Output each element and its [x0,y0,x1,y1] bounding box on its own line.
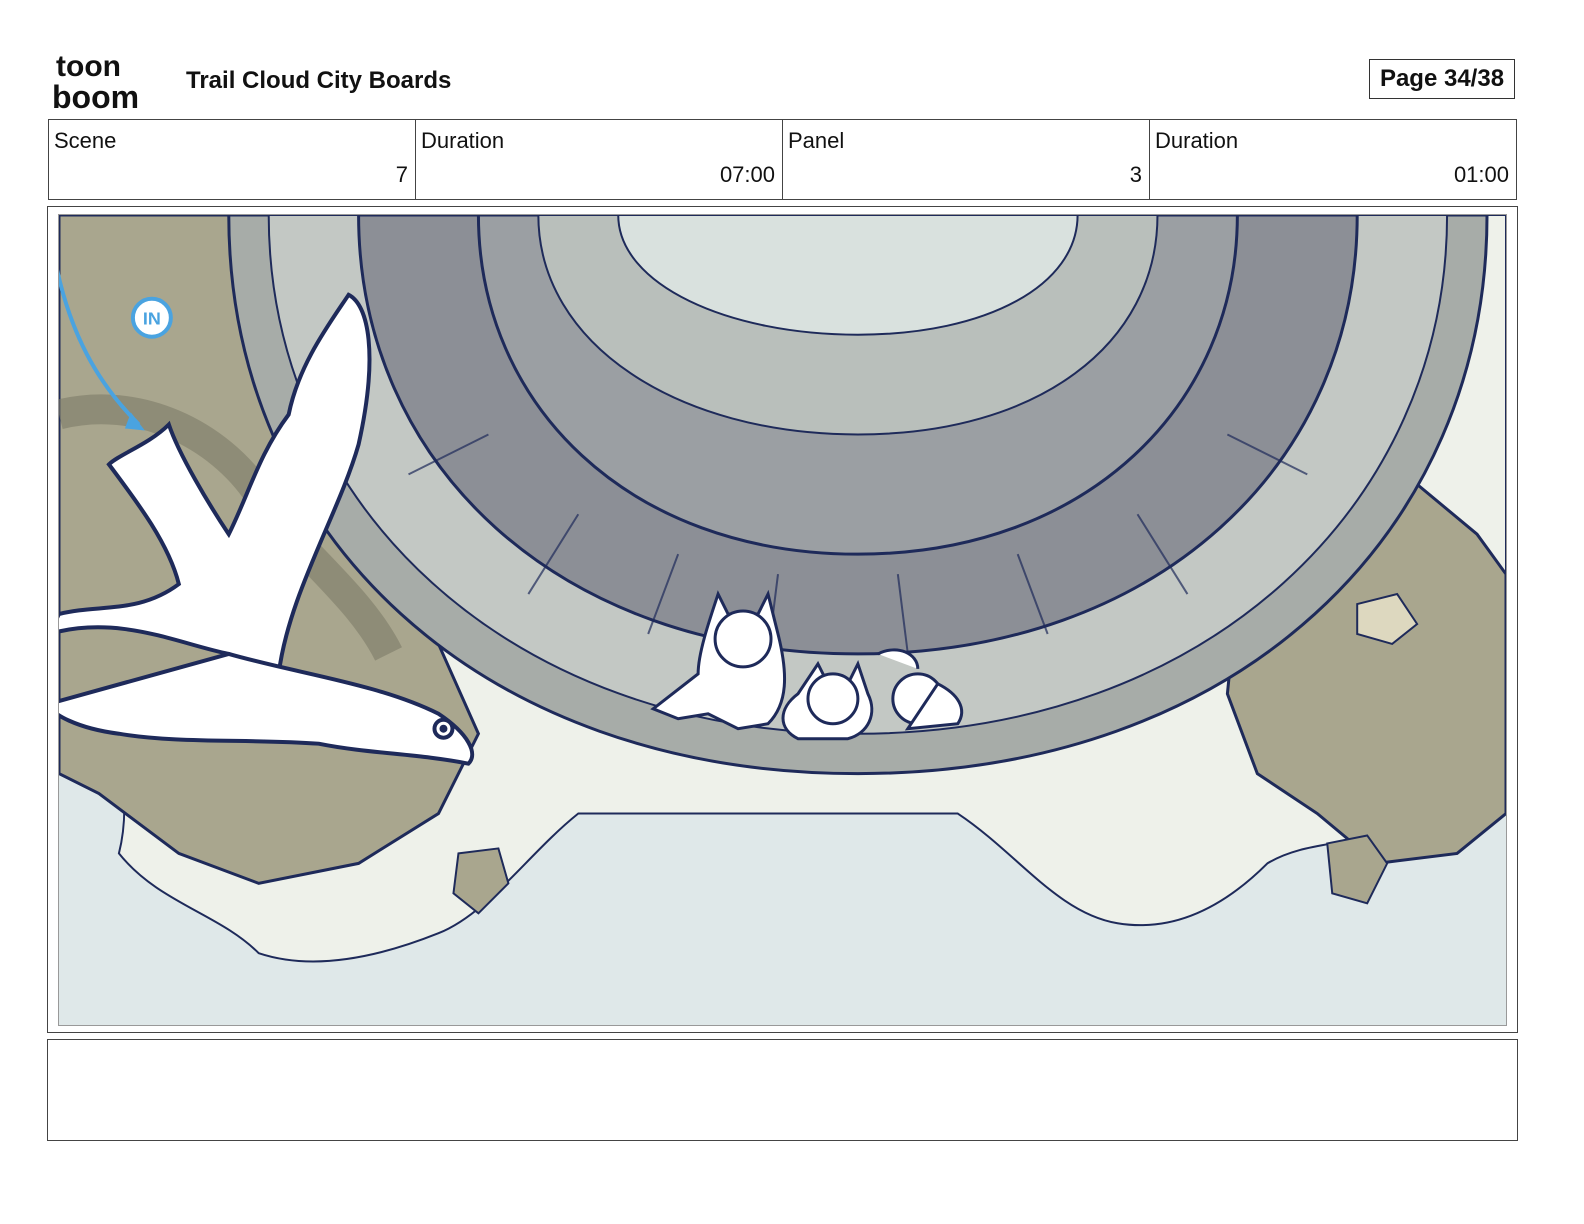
svg-text:IN: IN [143,309,161,329]
panel-duration-cell: Duration 01:00 [1150,120,1516,199]
panel-label: Panel [788,128,845,153]
panel-value: 3 [1129,162,1142,187]
board-title: Trail Cloud City Boards [186,67,452,94]
scene-value: 7 [395,162,408,187]
panel-duration-label: Duration [1155,128,1239,153]
panel-cell: Panel 3 [783,120,1150,199]
panel-duration-value: 01:00 [1453,162,1509,187]
storyboard-panel: IN [47,206,1518,1033]
panel-artwork: IN [58,214,1507,1026]
scene-label: Scene [54,128,117,153]
scene-info-bar: Scene 7 Duration 07:00 Panel 3 Duration … [48,119,1517,200]
scene-duration-value: 07:00 [719,162,775,187]
panel-notes-box [47,1039,1518,1141]
toon-boom-logo: toon boom [52,50,139,110]
scene-duration-label: Duration [421,128,505,153]
scene-duration-cell: Duration 07:00 [416,120,783,199]
page-indicator: Page 34/38 [1369,59,1515,99]
scene-cell: Scene 7 [49,120,416,199]
svg-text:boom: boom [52,79,139,110]
